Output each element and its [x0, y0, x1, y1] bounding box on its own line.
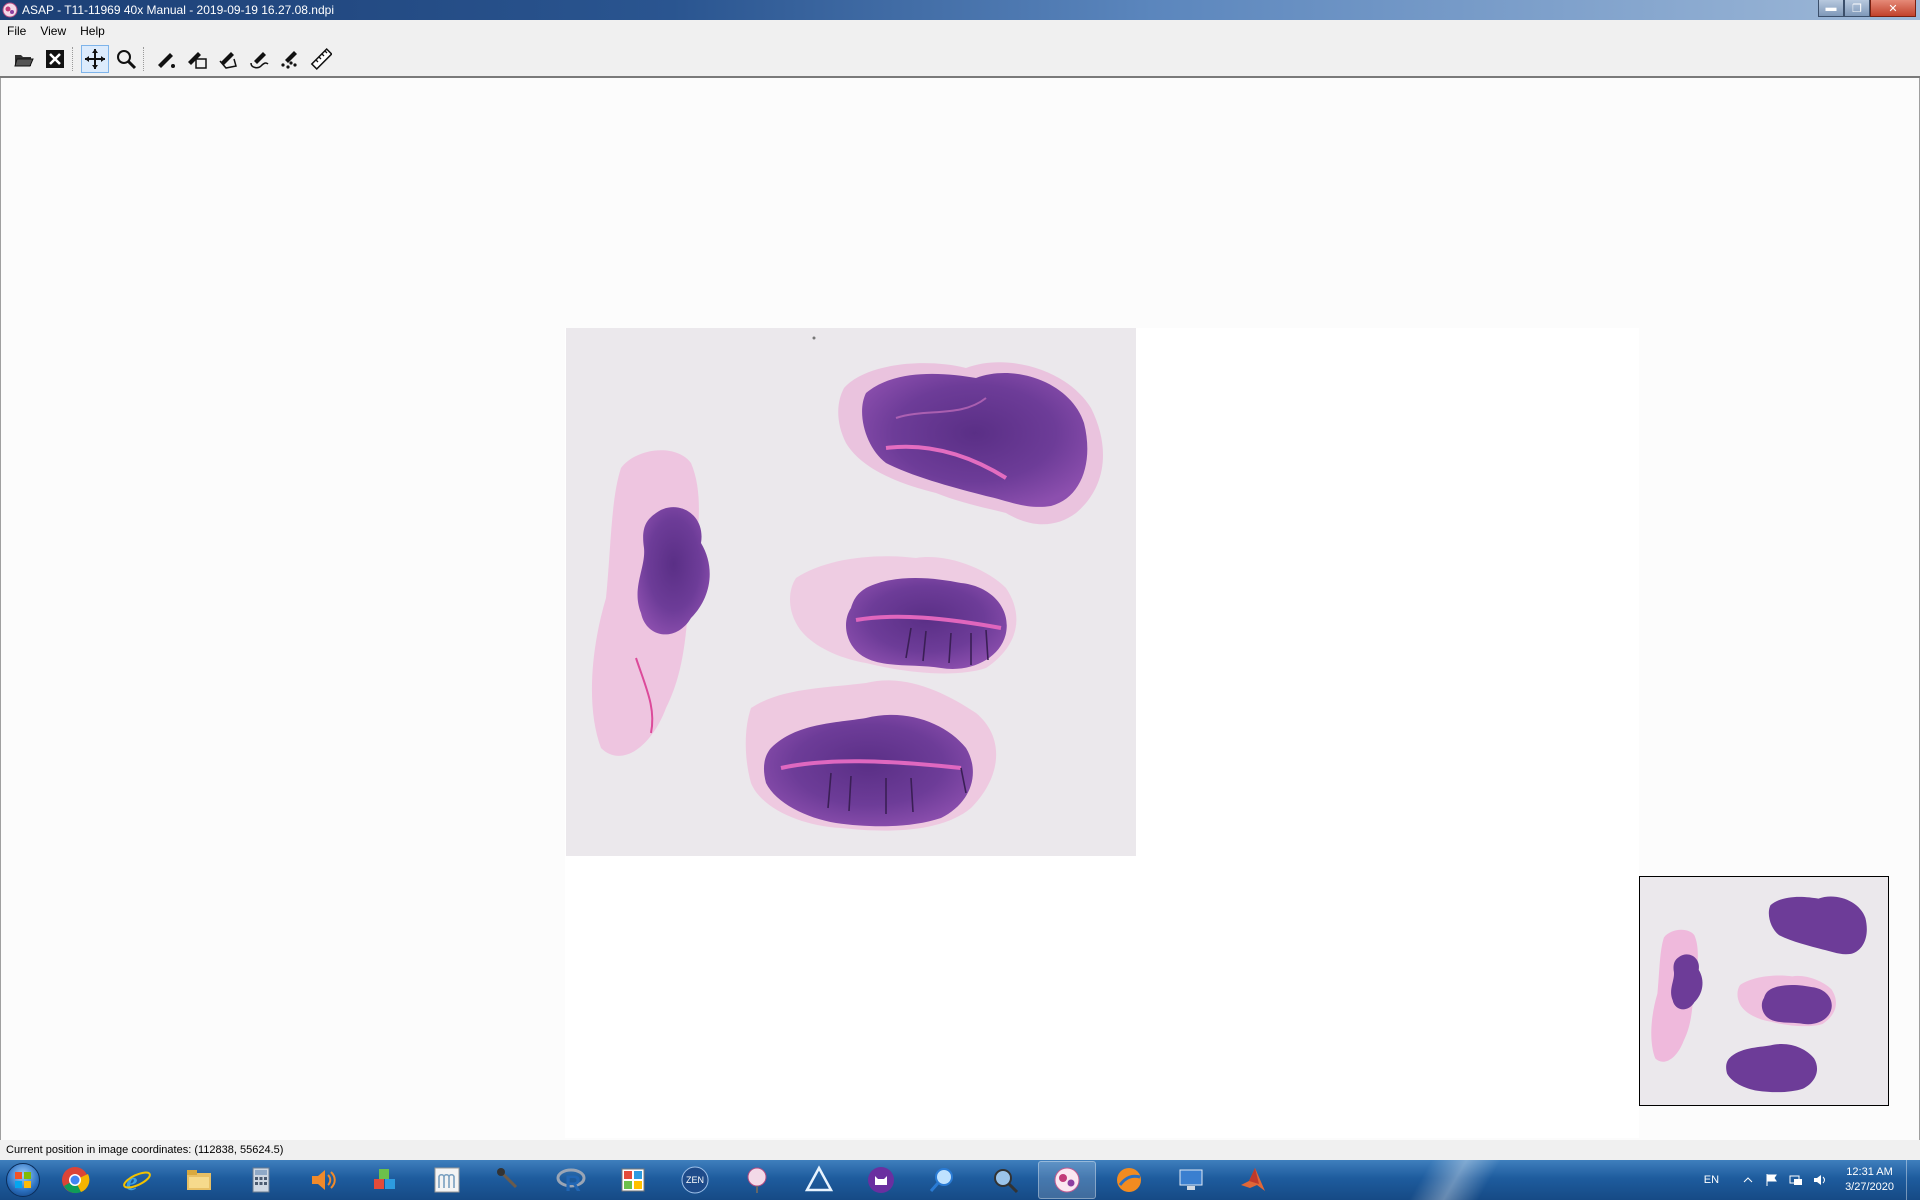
minimize-button[interactable]: ▬: [1818, 0, 1844, 17]
window-title: ASAP - T11-11969 40x Manual - 2019-09-19…: [22, 3, 334, 17]
microscope-app-icon: [747, 1167, 767, 1193]
start-button[interactable]: [0, 1160, 46, 1200]
windows-logo-icon: [6, 1163, 40, 1197]
spline-annotation-button[interactable]: [245, 45, 273, 73]
paint-app-icon: [621, 1168, 645, 1192]
taskbar-ie[interactable]: e: [108, 1161, 166, 1199]
tissue-section-image: [591, 336, 1103, 831]
file-explorer-icon: [187, 1170, 211, 1190]
menu-bar: File View Help: [0, 20, 1920, 42]
taskbar-cubes-app[interactable]: [356, 1161, 414, 1199]
menu-file[interactable]: File: [0, 24, 33, 38]
speaker-app-icon: [312, 1170, 336, 1190]
magnifier-globe-icon: [994, 1169, 1019, 1194]
microphone-app-icon: [497, 1168, 518, 1189]
title-bar: ASAP - T11-11969 40x Manual - 2019-09-19…: [0, 0, 1920, 20]
status-bar: Current position in image coordinates: (…: [0, 1140, 1920, 1160]
open-file-button[interactable]: [10, 45, 38, 73]
window-controls: ▬ ❐ ✕: [1818, 0, 1916, 18]
action-center-flag-icon[interactable]: [1763, 1171, 1781, 1189]
mu-app-icon: [434, 1167, 460, 1193]
toolbar-separator: [143, 47, 146, 71]
dot-annotation-icon: [158, 53, 175, 68]
close-button[interactable]: ✕: [1870, 0, 1916, 17]
taskbar-triangle-app[interactable]: [790, 1161, 848, 1199]
cubes-app-icon: [374, 1169, 395, 1189]
rectangle-annotation-icon: [188, 52, 207, 69]
pan-icon: [85, 49, 105, 69]
taskbar-microscope-app[interactable]: [728, 1161, 786, 1199]
polygon-annotation-button[interactable]: [214, 45, 242, 73]
matlab-icon: [1241, 1168, 1265, 1191]
zoom-tool-button[interactable]: [112, 45, 140, 73]
minimap-thumbnail: [1651, 896, 1867, 1093]
system-tray: EN 12:31 AM 3/27/2020: [1704, 1160, 1920, 1200]
taskbar-zen[interactable]: ZEN: [666, 1161, 724, 1199]
taskbar-mu-app[interactable]: [418, 1161, 476, 1199]
menu-view[interactable]: View: [33, 24, 73, 38]
taskbar-globe-search[interactable]: [976, 1161, 1034, 1199]
internet-explorer-icon: e: [123, 1167, 151, 1195]
clock[interactable]: 12:31 AM 3/27/2020: [1845, 1165, 1894, 1195]
taskbar-asap[interactable]: [1038, 1161, 1096, 1199]
taskbar: e R ZEN EN 12:31 AM 3/27/2020: [0, 1160, 1920, 1200]
taskbar-matlab[interactable]: [1224, 1161, 1282, 1199]
volume-icon[interactable]: [1811, 1171, 1829, 1189]
close-image-icon: [46, 50, 64, 68]
r-language-icon: R: [556, 1168, 586, 1195]
orange-app-icon: [1117, 1168, 1141, 1192]
open-folder-icon: [14, 55, 34, 67]
slide-image[interactable]: [566, 328, 1136, 856]
taskbar-microphone-app[interactable]: [480, 1161, 538, 1199]
zen-app-icon: ZEN: [681, 1166, 709, 1194]
triangle-app-icon: [804, 1165, 834, 1192]
clock-time: 12:31 AM: [1846, 1166, 1893, 1178]
polygon-annotation-icon: [219, 52, 237, 69]
remote-desktop-icon: [1179, 1169, 1203, 1190]
dot-annotation-button[interactable]: [152, 45, 180, 73]
zoom-icon: [117, 50, 137, 70]
minimap[interactable]: [1639, 876, 1889, 1106]
taskbar-speaker-app[interactable]: [294, 1161, 352, 1199]
taskbar-paint-app[interactable]: [604, 1161, 662, 1199]
taskbar-r[interactable]: R: [542, 1161, 600, 1199]
asap-app-icon: [2, 2, 18, 18]
pointset-annotation-icon: [281, 51, 297, 69]
taskbar-chrome[interactable]: [46, 1161, 104, 1199]
taskbar-orange-app[interactable]: [1100, 1161, 1158, 1199]
taskbar-calculator[interactable]: [232, 1161, 290, 1199]
network-icon[interactable]: [1787, 1171, 1805, 1189]
taskbar-explorer[interactable]: [170, 1161, 228, 1199]
pan-tool-button[interactable]: [81, 45, 109, 73]
maximize-button[interactable]: ❐: [1844, 0, 1870, 17]
chrome-icon: [62, 1167, 90, 1194]
taskbar-remote-desktop[interactable]: [1162, 1161, 1220, 1199]
asap-app-icon: [1054, 1167, 1080, 1193]
ruler-icon: [310, 48, 332, 70]
taskbar-search-app[interactable]: [914, 1161, 972, 1199]
ruler-button[interactable]: [307, 45, 335, 73]
menu-help[interactable]: Help: [73, 24, 112, 38]
pointset-annotation-button[interactable]: [276, 45, 304, 73]
cursor-position-text: Current position in image coordinates: (…: [6, 1144, 284, 1156]
toolbar-separator: [72, 47, 75, 71]
cat-app-icon: [868, 1167, 894, 1193]
spline-annotation-icon: [250, 52, 269, 69]
svg-text:R: R: [565, 1171, 581, 1195]
show-desktop-button[interactable]: [1906, 1160, 1920, 1200]
show-hidden-icons-icon[interactable]: [1739, 1171, 1757, 1189]
taskbar-cat-app[interactable]: [852, 1161, 910, 1199]
rectangle-annotation-button[interactable]: [183, 45, 211, 73]
zen-label: ZEN: [686, 1175, 704, 1185]
close-image-button[interactable]: [41, 45, 69, 73]
search-app-icon: [929, 1168, 953, 1192]
toolbar: [0, 42, 1920, 78]
clock-date: 3/27/2020: [1845, 1181, 1894, 1193]
slide-viewer[interactable]: [0, 78, 1920, 1140]
calculator-icon: [252, 1167, 270, 1193]
language-indicator[interactable]: EN: [1704, 1174, 1719, 1186]
